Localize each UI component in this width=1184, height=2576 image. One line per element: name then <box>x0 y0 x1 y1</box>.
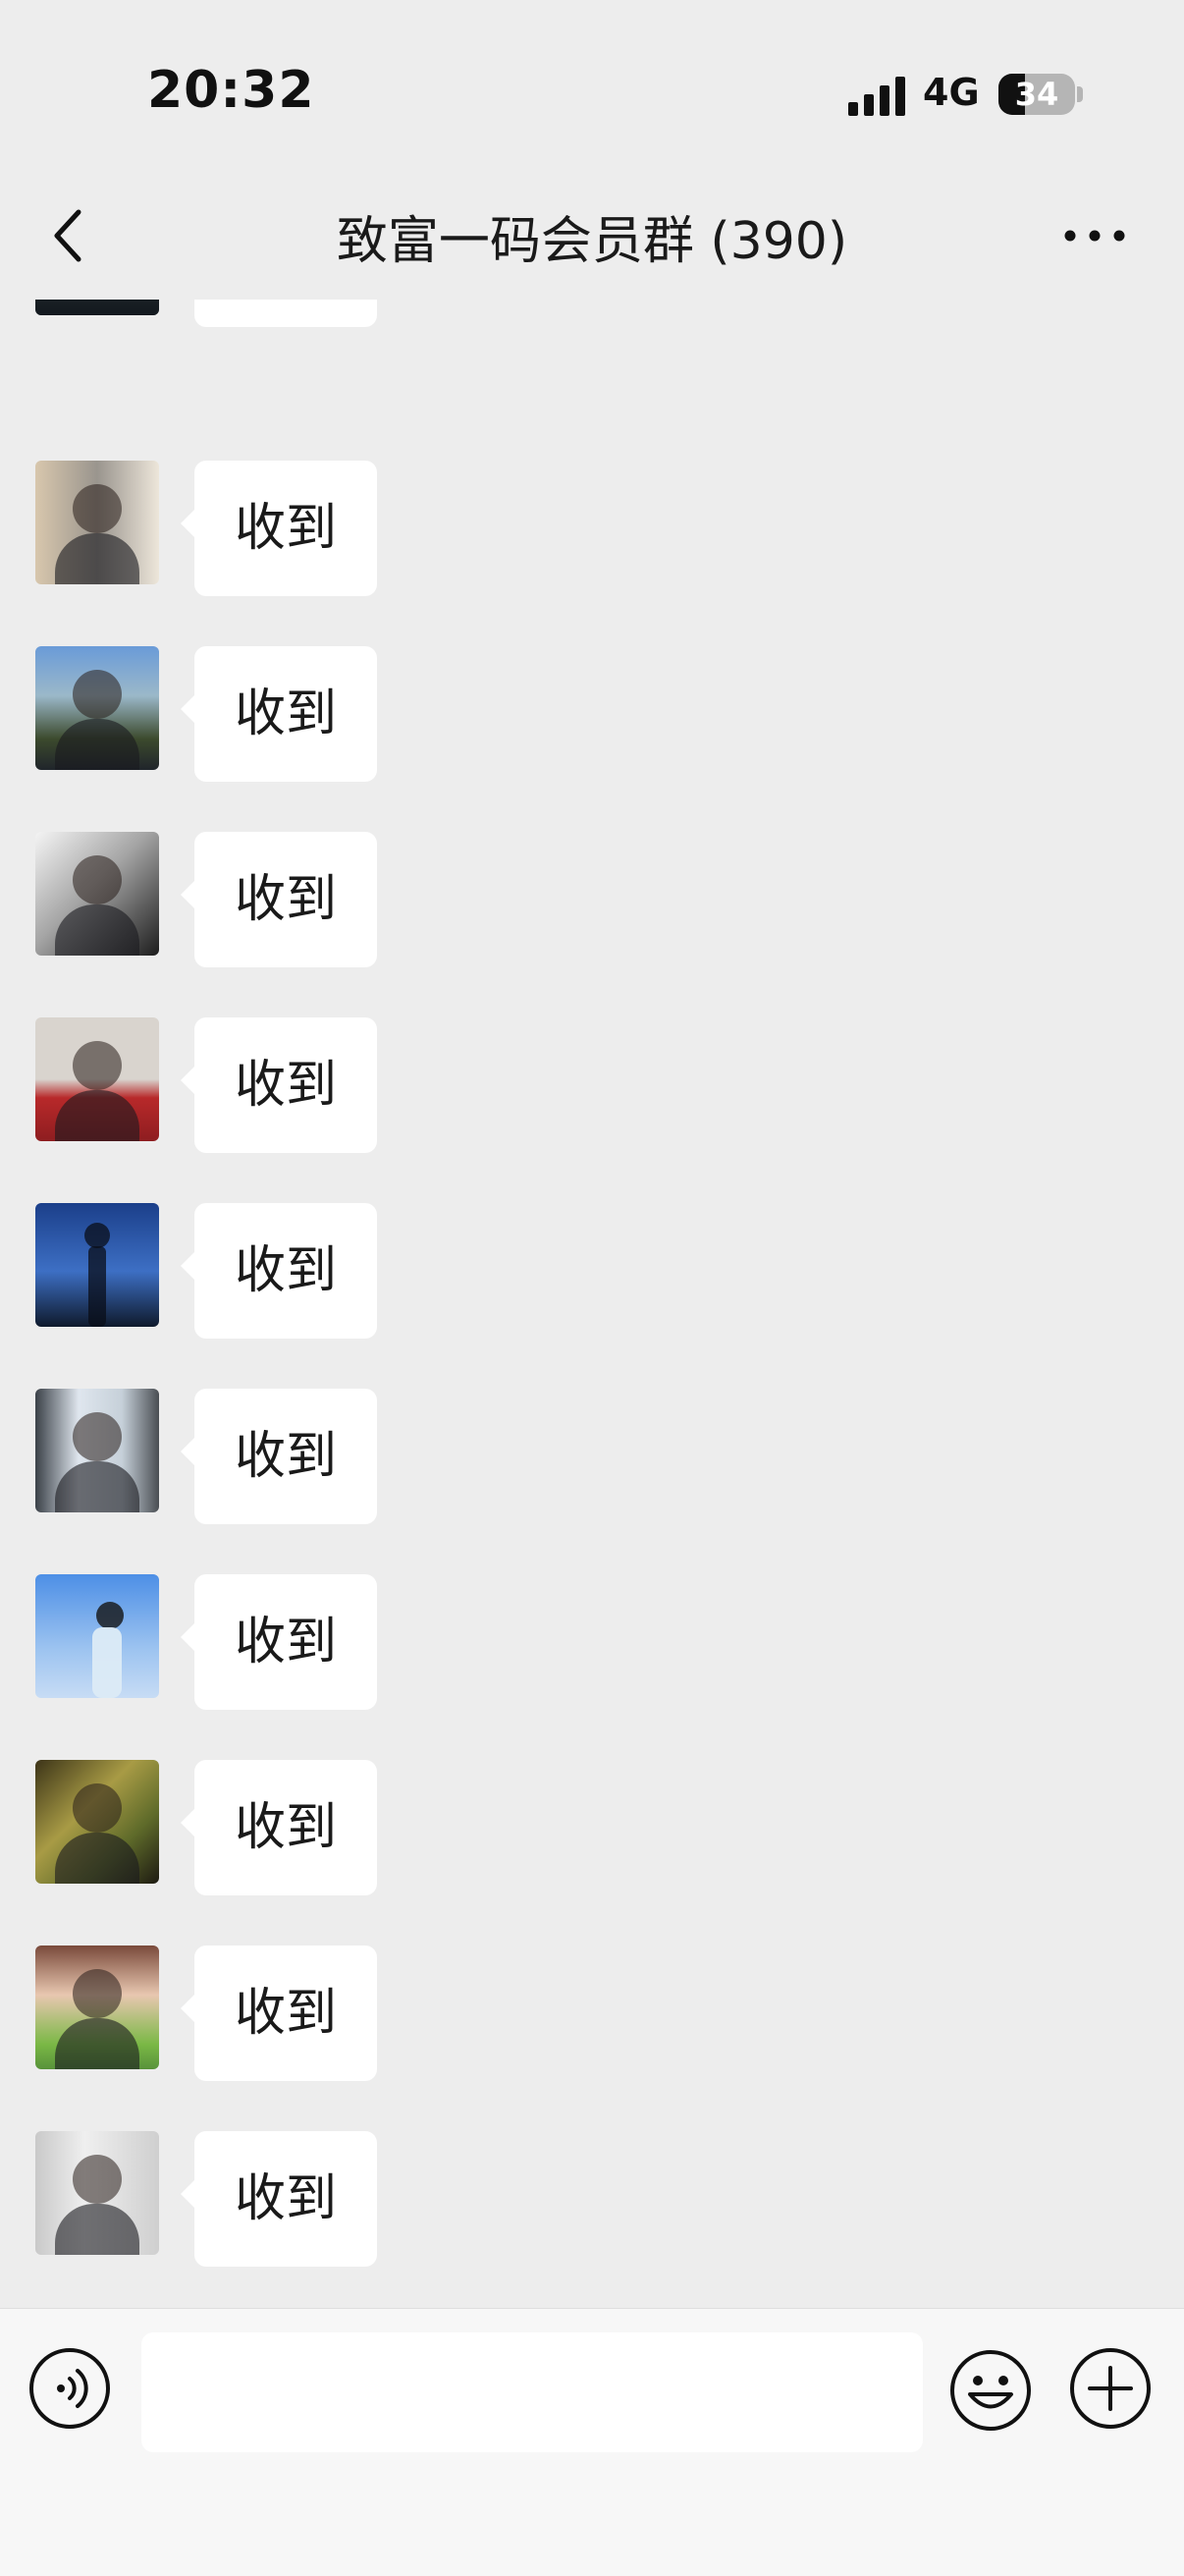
sender-avatar[interactable] <box>35 1389 159 1512</box>
more-horizontal-icon <box>1064 230 1125 242</box>
sender-avatar[interactable] <box>35 461 159 584</box>
message-input[interactable] <box>141 2332 923 2452</box>
message-bubble[interactable]: 收到 <box>194 300 377 327</box>
message-row: 收到 <box>0 1760 1184 1907</box>
avatar-figure <box>55 1461 139 1512</box>
message-bubble[interactable]: 收到 <box>194 1017 377 1153</box>
message-row: 收到 <box>0 646 1184 794</box>
chat-title: 致富一码会员群 (390) <box>336 212 848 271</box>
status-bar: 20:32 4G 34 <box>0 0 1184 172</box>
avatar-figure <box>73 1412 122 1461</box>
status-time: 20:32 <box>147 61 315 120</box>
battery-cap <box>1077 86 1083 102</box>
avatar-figure <box>55 533 139 584</box>
sender-avatar[interactable] <box>35 646 159 770</box>
message-bubble[interactable]: 收到 <box>194 646 377 782</box>
avatar-figure <box>88 1246 106 1327</box>
chat-input-bar <box>0 2308 1184 2576</box>
sender-avatar[interactable] <box>35 1017 159 1141</box>
battery-icon: 34 <box>998 74 1075 115</box>
message-row: 收到 <box>0 300 1184 339</box>
avatar-figure <box>73 1783 122 1833</box>
sender-avatar[interactable] <box>35 300 159 315</box>
message-bubble[interactable]: 收到 <box>194 1574 377 1710</box>
chevron-left-icon <box>54 209 81 262</box>
emoji-icon[interactable] <box>948 2348 1033 2433</box>
avatar-figure <box>35 300 159 315</box>
avatar-figure <box>73 484 122 533</box>
avatar-figure <box>73 2155 122 2204</box>
avatar-figure <box>55 719 139 770</box>
message-bubble[interactable]: 收到 <box>194 1203 377 1339</box>
message-row: 收到 <box>0 1017 1184 1165</box>
avatar-figure <box>73 1969 122 2018</box>
voice-input-icon[interactable] <box>27 2346 112 2431</box>
message-list[interactable]: 收到 收到 收到 收到 收到 收到 收到 收到 收到 收到 <box>0 300 1184 2308</box>
message-bubble[interactable]: 收到 <box>194 2131 377 2267</box>
sender-avatar[interactable] <box>35 2131 159 2255</box>
sender-avatar[interactable] <box>35 832 159 956</box>
avatar-figure <box>96 1602 124 1629</box>
more-button[interactable] <box>1060 206 1129 265</box>
message-bubble[interactable]: 收到 <box>194 1389 377 1524</box>
avatar-figure <box>55 1833 139 1884</box>
message-row: 收到 <box>0 1574 1184 1722</box>
avatar-figure <box>73 855 122 904</box>
message-row: 收到 <box>0 1946 1184 2093</box>
back-button[interactable] <box>39 201 98 270</box>
avatar-figure <box>55 2018 139 2069</box>
avatar-figure <box>84 1223 110 1248</box>
message-bubble[interactable]: 收到 <box>194 1946 377 2081</box>
avatar-figure <box>55 2204 139 2255</box>
avatar-figure <box>92 1627 122 1698</box>
message-row: 收到 <box>0 1203 1184 1350</box>
avatar-figure <box>73 670 122 719</box>
message-bubble[interactable]: 收到 <box>194 832 377 967</box>
battery-percentage: 34 <box>1014 76 1059 113</box>
chat-header: 致富一码会员群 (390) <box>0 172 1184 300</box>
message-bubble[interactable]: 收到 <box>194 1760 377 1895</box>
avatar-figure <box>73 1041 122 1090</box>
sender-avatar[interactable] <box>35 1203 159 1327</box>
plus-circle-icon[interactable] <box>1068 2346 1153 2431</box>
network-type: 4G <box>923 71 980 114</box>
message-bubble[interactable]: 收到 <box>194 461 377 596</box>
message-row: 收到 <box>0 832 1184 979</box>
avatar-figure <box>55 1090 139 1141</box>
message-row: 收到 <box>0 2131 1184 2278</box>
message-row: 收到 <box>0 461 1184 608</box>
sender-avatar[interactable] <box>35 1760 159 1884</box>
avatar-figure <box>55 904 139 956</box>
signal-bars-icon <box>848 77 905 116</box>
sender-avatar[interactable] <box>35 1574 159 1698</box>
sender-avatar[interactable] <box>35 1946 159 2069</box>
message-row: 收到 <box>0 1389 1184 1536</box>
